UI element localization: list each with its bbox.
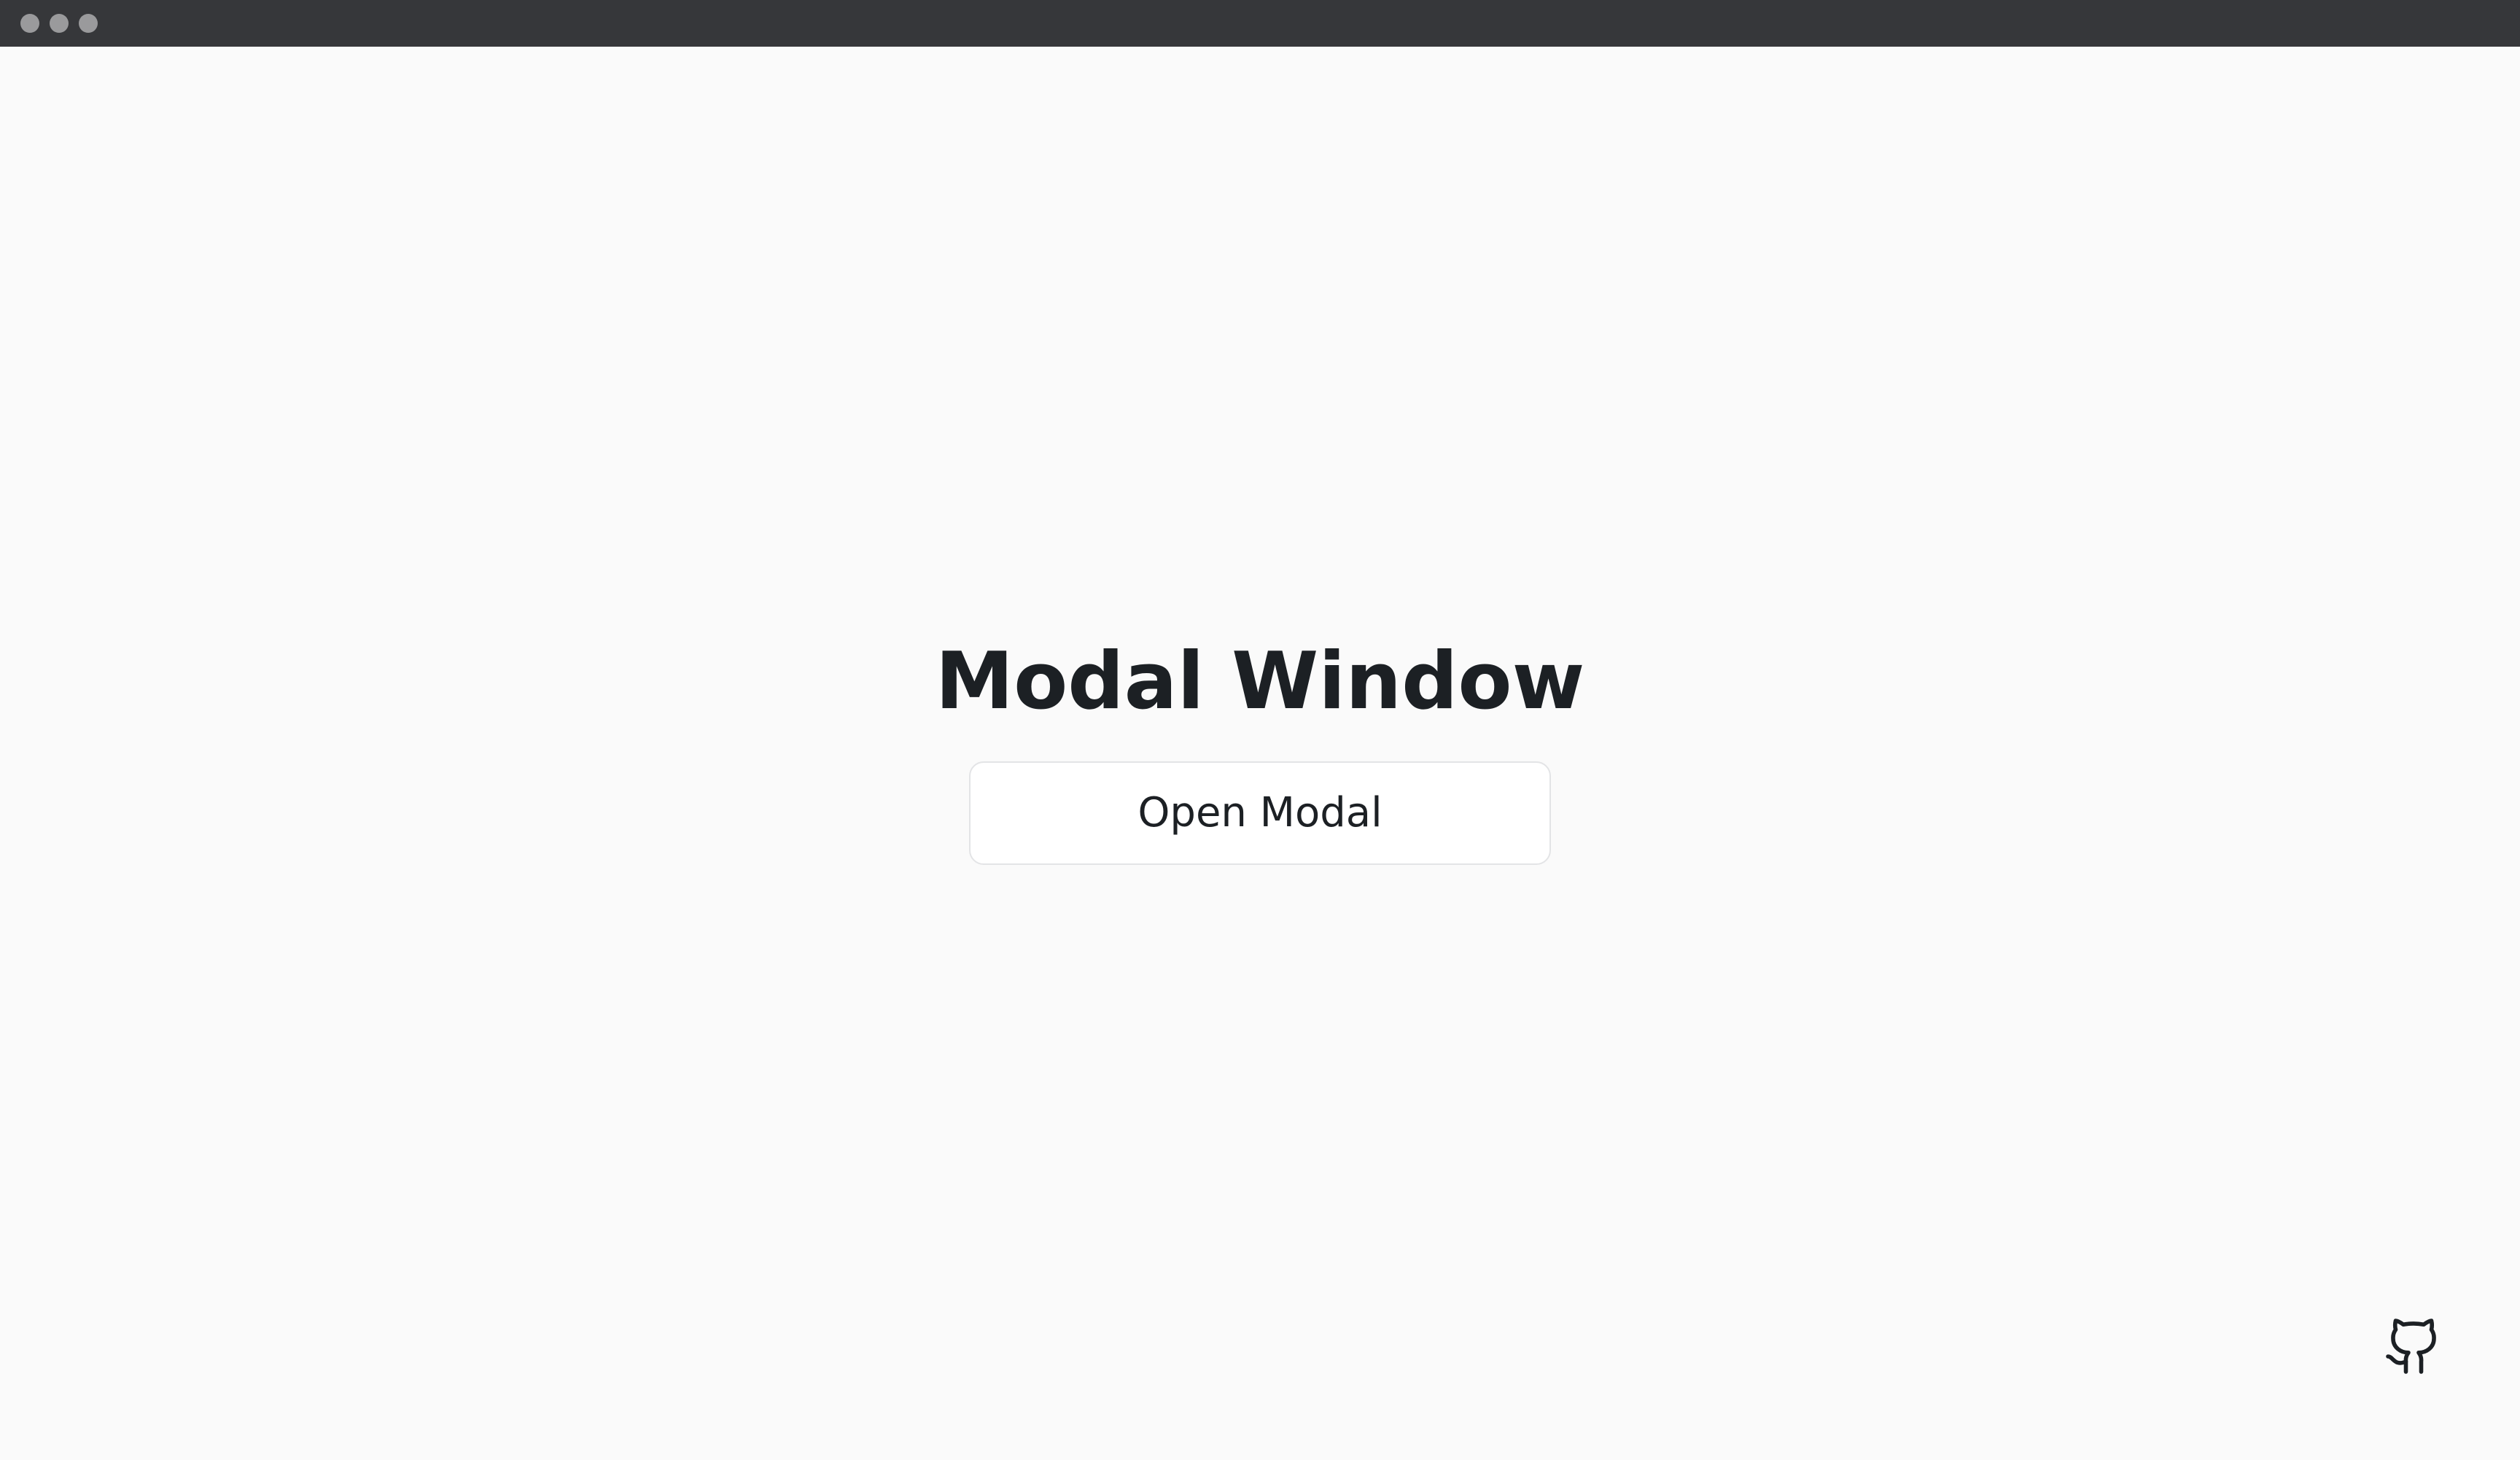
maximize-dot[interactable] [79, 14, 98, 33]
minimize-dot[interactable] [50, 14, 69, 33]
hero-section: Modal Window Open Modal [936, 634, 1584, 865]
github-icon [2386, 1319, 2436, 1374]
open-modal-button[interactable]: Open Modal [969, 761, 1551, 865]
window-controls [20, 14, 98, 33]
github-link[interactable] [2383, 1316, 2444, 1377]
page-title: Modal Window [935, 636, 1585, 727]
close-dot[interactable] [20, 14, 39, 33]
window-titlebar [0, 0, 2520, 47]
page-content: Modal Window Open Modal [0, 47, 2520, 1460]
